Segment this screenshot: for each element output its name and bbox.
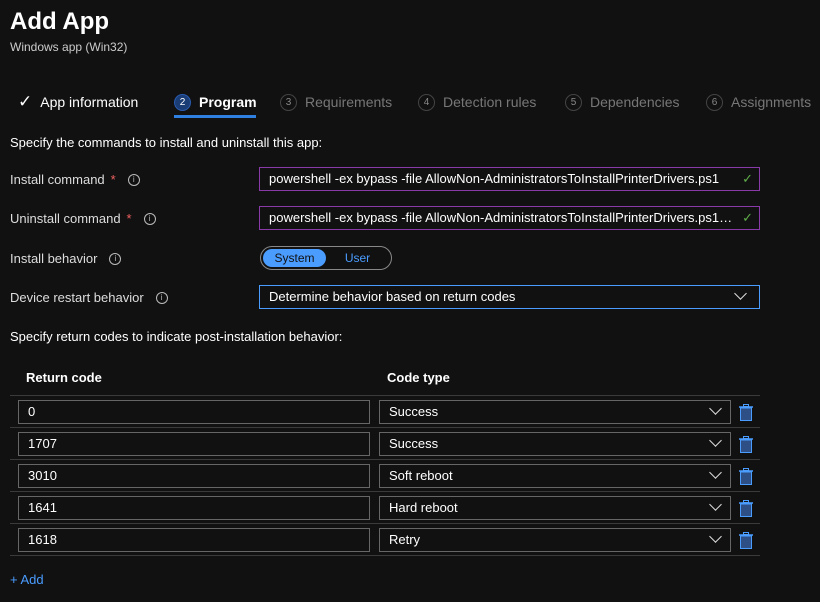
add-return-code-button[interactable]: + Add bbox=[10, 572, 44, 587]
column-header-code-type: Code type bbox=[387, 370, 450, 385]
step-number: 6 bbox=[706, 93, 723, 111]
label-text: Install behavior bbox=[10, 251, 98, 266]
tab-label: Dependencies bbox=[590, 94, 680, 110]
uninstall-command-label: Uninstall command * i bbox=[10, 211, 156, 226]
tab-label: Detection rules bbox=[443, 94, 537, 110]
selected-value: Determine behavior based on return codes bbox=[269, 289, 516, 304]
selected-value: Hard reboot bbox=[389, 500, 458, 515]
delete-icon[interactable] bbox=[739, 436, 753, 453]
step-number: 5 bbox=[565, 93, 582, 111]
required-mark: * bbox=[110, 172, 116, 187]
input-value: powershell -ex bypass -file AllowNon-Adm… bbox=[269, 210, 738, 225]
code-type-dropdown[interactable]: Success bbox=[379, 432, 731, 456]
code-type-dropdown[interactable]: Retry bbox=[379, 528, 731, 552]
divider bbox=[10, 555, 760, 556]
delete-icon[interactable] bbox=[739, 532, 753, 549]
chevron-down-icon bbox=[734, 287, 747, 300]
divider bbox=[10, 395, 760, 396]
tab-requirements[interactable]: 3 Requirements bbox=[280, 92, 392, 112]
required-mark: * bbox=[126, 211, 132, 226]
install-command-input[interactable]: powershell -ex bypass -file AllowNon-Adm… bbox=[259, 167, 760, 191]
input-value: powershell -ex bypass -file AllowNon-Adm… bbox=[269, 171, 720, 186]
tab-label: App information bbox=[40, 94, 139, 110]
selected-value: Soft reboot bbox=[389, 468, 453, 483]
column-header-return-code: Return code bbox=[26, 370, 102, 385]
tab-label: Assignments bbox=[731, 94, 812, 110]
input-value: 3010 bbox=[28, 468, 57, 483]
option-user[interactable]: User bbox=[326, 249, 389, 267]
divider bbox=[10, 491, 760, 492]
chevron-down-icon bbox=[709, 434, 722, 447]
install-behavior-label: Install behavior i bbox=[10, 251, 122, 266]
label-text: Install command bbox=[10, 172, 105, 187]
valid-check-icon: ✓ bbox=[742, 171, 753, 186]
step-number: 2 bbox=[174, 93, 191, 111]
delete-icon[interactable] bbox=[739, 468, 753, 485]
restart-behavior-label: Device restart behavior i bbox=[10, 290, 168, 305]
return-code-input[interactable]: 1618 bbox=[18, 528, 370, 552]
valid-check-icon: ✓ bbox=[742, 210, 753, 225]
tab-label: Requirements bbox=[305, 94, 393, 110]
return-code-input[interactable]: 3010 bbox=[18, 464, 370, 488]
chevron-down-icon bbox=[709, 530, 722, 543]
info-icon[interactable]: i bbox=[109, 252, 122, 265]
page-subtitle: Windows app (Win32) bbox=[10, 40, 128, 54]
info-icon[interactable]: i bbox=[143, 212, 156, 225]
chevron-down-icon bbox=[709, 402, 722, 415]
divider bbox=[10, 427, 760, 428]
install-behavior-toggle[interactable]: System User bbox=[260, 246, 392, 270]
uninstall-command-input[interactable]: powershell -ex bypass -file AllowNon-Adm… bbox=[259, 206, 760, 230]
return-codes-intro: Specify return codes to indicate post-in… bbox=[10, 329, 343, 344]
install-command-label: Install command * i bbox=[10, 172, 140, 187]
code-type-dropdown[interactable]: Soft reboot bbox=[379, 464, 731, 488]
input-value: 0 bbox=[28, 404, 36, 419]
return-code-input[interactable]: 0 bbox=[18, 400, 370, 424]
restart-behavior-dropdown[interactable]: Determine behavior based on return codes bbox=[259, 285, 760, 309]
selected-value: Retry bbox=[389, 532, 421, 547]
selected-value: Success bbox=[389, 436, 439, 451]
return-code-input[interactable]: 1641 bbox=[18, 496, 370, 520]
tab-app-information[interactable]: ✓ App information bbox=[18, 92, 138, 112]
tab-detection-rules[interactable]: 4 Detection rules bbox=[418, 92, 536, 112]
page-title: Add App bbox=[10, 8, 110, 35]
intro-text: Specify the commands to install and unin… bbox=[10, 135, 323, 150]
label-text: Device restart behavior bbox=[10, 290, 144, 305]
delete-icon[interactable] bbox=[739, 500, 753, 517]
chevron-down-icon bbox=[709, 498, 722, 511]
input-value: 1618 bbox=[28, 532, 57, 547]
info-icon[interactable]: i bbox=[127, 173, 140, 186]
input-value: 1641 bbox=[28, 500, 57, 515]
step-number: 3 bbox=[280, 93, 297, 111]
divider bbox=[10, 523, 760, 524]
step-number: 4 bbox=[418, 93, 435, 111]
delete-icon[interactable] bbox=[739, 404, 753, 421]
tab-dependencies[interactable]: 5 Dependencies bbox=[565, 92, 680, 112]
chevron-down-icon bbox=[709, 466, 722, 479]
tab-label: Program bbox=[199, 94, 257, 110]
code-type-dropdown[interactable]: Hard reboot bbox=[379, 496, 731, 520]
label-text: Uninstall command bbox=[10, 211, 121, 226]
checkmark-icon: ✓ bbox=[18, 92, 33, 111]
selected-value: Success bbox=[389, 404, 439, 419]
tab-program[interactable]: 2 Program bbox=[174, 92, 257, 112]
input-value: 1707 bbox=[28, 436, 57, 451]
code-type-dropdown[interactable]: Success bbox=[379, 400, 731, 424]
active-tab-indicator bbox=[174, 115, 256, 118]
info-icon[interactable]: i bbox=[155, 291, 168, 304]
divider bbox=[10, 459, 760, 460]
tab-assignments[interactable]: 6 Assignments bbox=[706, 92, 811, 112]
return-code-input[interactable]: 1707 bbox=[18, 432, 370, 456]
option-system[interactable]: System bbox=[263, 249, 326, 267]
